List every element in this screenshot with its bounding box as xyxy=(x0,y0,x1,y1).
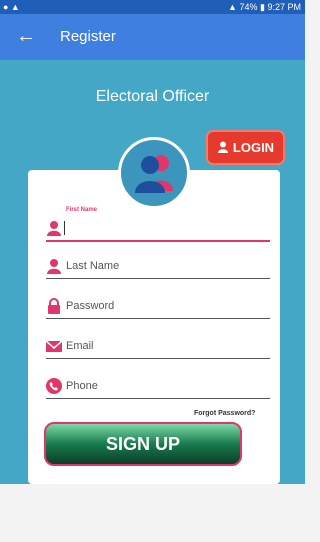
user-icon xyxy=(46,258,62,274)
app-bar: ← Register xyxy=(0,14,305,60)
last-name-field[interactable]: Last Name xyxy=(46,256,270,279)
signup-label: SIGN UP xyxy=(105,434,180,454)
avatar xyxy=(118,137,190,209)
phone-placeholder: Phone xyxy=(66,380,98,392)
password-placeholder: Password xyxy=(66,300,115,312)
first-name-field[interactable] xyxy=(46,218,270,242)
arrow-left-icon[interactable]: ← xyxy=(16,25,36,47)
forgot-password-link[interactable]: Forgot Password? xyxy=(194,410,255,417)
phone-icon xyxy=(46,378,62,394)
user-icon xyxy=(217,133,229,164)
page-title: Register xyxy=(60,28,116,45)
login-button[interactable]: LOGIN xyxy=(206,130,285,165)
lock-icon xyxy=(46,298,62,314)
status-left-icons: ● ▲ xyxy=(3,2,20,12)
status-right: ▲ 74% ▮ 9:27 PM xyxy=(228,0,301,14)
status-time: 9:27 PM xyxy=(267,2,301,12)
password-field[interactable]: Password xyxy=(46,296,270,319)
users-icon xyxy=(135,155,173,193)
last-name-placeholder: Last Name xyxy=(66,260,120,272)
battery-icon: ▮ xyxy=(260,2,265,12)
first-name-float-label: First Name xyxy=(66,207,98,213)
signal-icon: ▲ xyxy=(228,2,237,12)
mail-icon xyxy=(45,338,63,354)
status-bar: ● ▲ ▲ 74% ▮ 9:27 PM xyxy=(0,0,305,14)
email-field[interactable]: Email xyxy=(45,336,270,359)
login-label: LOGIN xyxy=(232,140,275,155)
phone-field[interactable]: Phone xyxy=(46,376,270,399)
user-icon xyxy=(46,220,62,236)
text-cursor xyxy=(64,221,65,235)
battery-percent: 74% xyxy=(239,2,258,12)
email-placeholder: Email xyxy=(66,340,94,352)
signup-button[interactable]: SIGN UP xyxy=(44,422,242,466)
hero-title: Electoral Officer xyxy=(95,88,210,105)
